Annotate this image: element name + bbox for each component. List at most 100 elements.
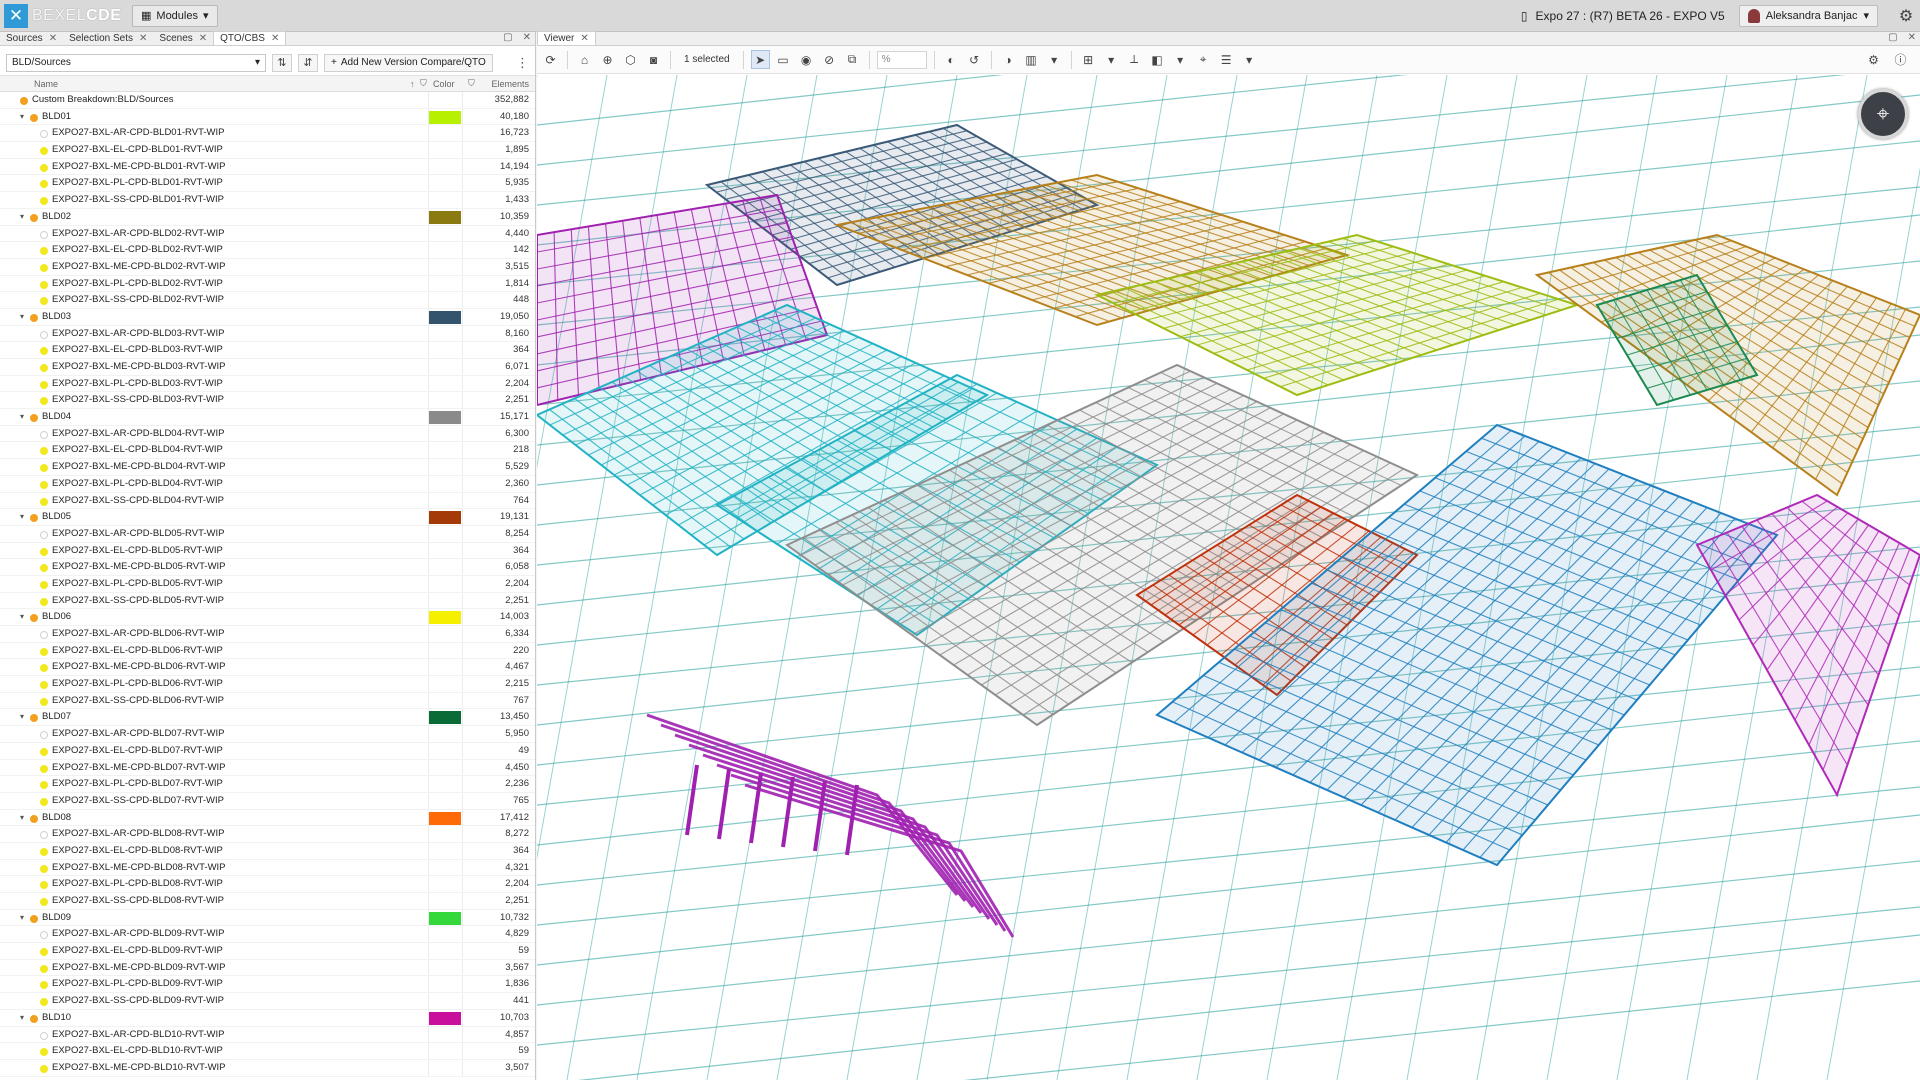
tree-group-row[interactable]: ▾ BLD09 10,732	[0, 910, 535, 927]
tree-leaf-row[interactable]: EXPO27-BXL-SS-CPD-BLD05-RVT-WIP 2,251	[0, 593, 535, 610]
zoom-icon[interactable]: ⊕	[598, 50, 617, 69]
tree-leaf-row[interactable]: EXPO27-BXL-ME-CPD-BLD08-RVT-WIP 4,321	[0, 860, 535, 877]
tree-leaf-row[interactable]: EXPO27-BXL-EL-CPD-BLD07-RVT-WIP 49	[0, 743, 535, 760]
sort-descending-icon[interactable]: ⇵	[298, 53, 318, 72]
color-swatch[interactable]	[429, 911, 461, 925]
refresh-icon[interactable]: ⟳	[541, 50, 560, 69]
chevron-down-icon[interactable]: ▾	[1240, 50, 1259, 69]
tree-leaf-row[interactable]: EXPO27-BXL-EL-CPD-BLD01-RVT-WIP 1,895	[0, 142, 535, 159]
tree-leaf-row[interactable]: EXPO27-BXL-SS-CPD-BLD01-RVT-WIP 1,433	[0, 192, 535, 209]
color-swatch[interactable]	[429, 110, 461, 124]
tree-leaf-row[interactable]: EXPO27-BXL-PL-CPD-BLD06-RVT-WIP 2,215	[0, 676, 535, 693]
hide-icon[interactable]: ⊘	[820, 50, 839, 69]
model-viewport[interactable]	[537, 75, 1920, 1080]
color-swatch[interactable]	[429, 811, 461, 825]
tree-leaf-row[interactable]: EXPO27-BXL-AR-CPD-BLD07-RVT-WIP 5,950	[0, 726, 535, 743]
add-version-compare-button[interactable]: + Add New Version Compare/QTO	[324, 53, 493, 72]
tree-leaf-row[interactable]: EXPO27-BXL-ME-CPD-BLD01-RVT-WIP 14,194	[0, 159, 535, 176]
tree-group-row[interactable]: ▾ BLD08 17,412	[0, 810, 535, 827]
more-options-icon[interactable]: ⋮	[516, 55, 529, 71]
3d-model-canvas[interactable]: ⌖	[537, 75, 1920, 1080]
tree-leaf-row[interactable]: EXPO27-BXL-ME-CPD-BLD09-RVT-WIP 3,567	[0, 960, 535, 977]
tree-group-row[interactable]: ▾ BLD06 14,003	[0, 609, 535, 626]
chevron-down-icon[interactable]: ▾	[1045, 50, 1064, 69]
viewer-settings-icon[interactable]: ⚙	[1864, 50, 1883, 69]
tree-leaf-row[interactable]: EXPO27-BXL-PL-CPD-BLD03-RVT-WIP 2,204	[0, 376, 535, 393]
tree-leaf-row[interactable]: EXPO27-BXL-PL-CPD-BLD01-RVT-WIP 5,935	[0, 175, 535, 193]
tree-group-row[interactable]: ▾ BLD04 15,171	[0, 409, 535, 426]
settings-sliders-icon[interactable]: ☰	[1217, 50, 1236, 69]
filter-icon[interactable]: ⛉	[468, 78, 475, 89]
tree-leaf-row[interactable]: EXPO27-BXL-EL-CPD-BLD02-RVT-WIP 142	[0, 242, 535, 259]
color-swatch[interactable]	[429, 611, 461, 625]
tree-leaf-row[interactable]: EXPO27-BXL-ME-CPD-BLD07-RVT-WIP 4,450	[0, 760, 535, 777]
sort-ascending-icon[interactable]: ⇅	[272, 53, 292, 72]
tree-group-row[interactable]: ▾ BLD01 40,180	[0, 109, 535, 126]
palette-icon[interactable]: ◐	[942, 50, 961, 69]
modules-button[interactable]: ▦ Modules ▾	[132, 4, 218, 27]
breakdown-select[interactable]: BLD/Sources ▾	[6, 53, 266, 72]
tree-leaf-row[interactable]: EXPO27-BXL-AR-CPD-BLD01-RVT-WIP 16,723	[0, 125, 535, 143]
isolate-icon[interactable]: ⧉	[843, 50, 862, 69]
tree-leaf-row[interactable]: EXPO27-BXL-PL-CPD-BLD04-RVT-WIP 2,360	[0, 476, 535, 493]
tree-leaf-row[interactable]: EXPO27-BXL-AR-CPD-BLD05-RVT-WIP 8,254	[0, 526, 535, 543]
app-logo[interactable]: ✕ BEXELCDE	[0, 0, 128, 32]
transparency-input[interactable]: %	[876, 50, 927, 69]
tree-leaf-row[interactable]: EXPO27-BXL-PL-CPD-BLD07-RVT-WIP 2,236	[0, 776, 535, 793]
close-icon[interactable]: ✕	[49, 33, 57, 44]
tree-leaf-row[interactable]: EXPO27-BXL-SS-CPD-BLD03-RVT-WIP 2,251	[0, 392, 535, 410]
tree-leaf-row[interactable]: EXPO27-BXL-EL-CPD-BLD05-RVT-WIP 364	[0, 543, 535, 560]
maximize-icon[interactable]: ▢	[1888, 32, 1897, 43]
chevron-down-icon[interactable]: ▾	[20, 209, 24, 226]
tree-leaf-row[interactable]: EXPO27-BXL-EL-CPD-BLD09-RVT-WIP 59	[0, 943, 535, 960]
user-menu-button[interactable]: Aleksandra Banjac ▾	[1738, 4, 1878, 27]
tab-selection-sets[interactable]: Selection Sets ✕	[63, 31, 153, 45]
color-swatch[interactable]	[429, 411, 461, 425]
tree-leaf-row[interactable]: EXPO27-BXL-PL-CPD-BLD02-RVT-WIP 1,814	[0, 276, 535, 293]
chevron-down-icon[interactable]: ▾	[20, 409, 24, 426]
tree-leaf-row[interactable]: EXPO27-BXL-EL-CPD-BLD04-RVT-WIP 218	[0, 442, 535, 460]
tree-leaf-row[interactable]: EXPO27-BXL-SS-CPD-BLD07-RVT-WIP 765	[0, 793, 535, 810]
column-name[interactable]: Name	[34, 79, 58, 89]
select-pointer-icon[interactable]: ➤	[750, 50, 770, 69]
tree-root-row[interactable]: ▾Custom Breakdown:BLD/Sources352,882	[0, 92, 535, 109]
tab-qto-cbs[interactable]: QTO/CBS ✕	[213, 31, 287, 45]
close-panel-icon[interactable]: ✕	[523, 32, 531, 43]
tab-sources[interactable]: Sources ✕	[0, 31, 63, 45]
info-icon[interactable]: ⓘ	[1891, 50, 1910, 69]
tab-scenes[interactable]: Scenes ✕	[153, 31, 213, 45]
box-select-icon[interactable]: ▭	[774, 50, 793, 69]
tree-group-row[interactable]: ▾ BLD07 13,450	[0, 709, 535, 727]
chevron-down-icon[interactable]: ▾	[20, 109, 24, 126]
chevron-down-icon[interactable]: ▾	[20, 1010, 24, 1027]
chevron-down-icon[interactable]: ▾	[1102, 50, 1121, 69]
tree-leaf-row[interactable]: EXPO27-BXL-ME-CPD-BLD05-RVT-WIP 6,058	[0, 559, 535, 576]
tree-leaf-row[interactable]: EXPO27-BXL-ME-CPD-BLD10-RVT-WIP 3,507	[0, 1060, 535, 1077]
tree-leaf-row[interactable]: EXPO27-BXL-AR-CPD-BLD04-RVT-WIP 6,300	[0, 426, 535, 443]
tree-leaf-row[interactable]: EXPO27-BXL-AR-CPD-BLD10-RVT-WIP 4,857	[0, 1027, 535, 1044]
tree-leaf-row[interactable]: EXPO27-BXL-ME-CPD-BLD04-RVT-WIP 5,529	[0, 459, 535, 476]
color-swatch[interactable]	[429, 1011, 461, 1025]
tree-leaf-row[interactable]: EXPO27-BXL-PL-CPD-BLD08-RVT-WIP 2,204	[0, 876, 535, 893]
tree-leaf-row[interactable]: EXPO27-BXL-ME-CPD-BLD06-RVT-WIP 4,467	[0, 659, 535, 677]
tree-leaf-row[interactable]: EXPO27-BXL-SS-CPD-BLD08-RVT-WIP 2,251	[0, 893, 535, 910]
chevron-down-icon[interactable]: ▾	[20, 509, 24, 526]
chevron-down-icon[interactable]: ▾	[20, 910, 24, 927]
chevron-down-icon[interactable]: ▾	[1171, 50, 1190, 69]
project-selector[interactable]: ▯ Expo 27 : (R7) BETA 26 - EXPO V5	[1521, 9, 1725, 23]
tree-leaf-row[interactable]: EXPO27-BXL-EL-CPD-BLD10-RVT-WIP 59	[0, 1043, 535, 1060]
tree-leaf-row[interactable]: EXPO27-BXL-PL-CPD-BLD05-RVT-WIP 2,204	[0, 576, 535, 593]
tree-leaf-row[interactable]: EXPO27-BXL-PL-CPD-BLD09-RVT-WIP 1,836	[0, 976, 535, 994]
gear-icon[interactable]: ⚙	[1892, 6, 1920, 26]
tree-leaf-row[interactable]: EXPO27-BXL-ME-CPD-BLD02-RVT-WIP 3,515	[0, 259, 535, 276]
clip-plane-icon[interactable]: ◧	[1148, 50, 1167, 69]
chevron-down-icon[interactable]: ▾	[20, 810, 24, 827]
chevron-down-icon[interactable]: ▾	[20, 309, 24, 326]
color-swatch[interactable]	[429, 511, 461, 525]
close-icon[interactable]: ✕	[580, 33, 588, 44]
column-elements[interactable]: Elements	[491, 79, 529, 89]
section-box-icon[interactable]: ▥	[1022, 50, 1041, 69]
close-icon[interactable]: ✕	[139, 33, 147, 44]
tree-leaf-row[interactable]: EXPO27-BXL-SS-CPD-BLD09-RVT-WIP 441	[0, 993, 535, 1010]
measure-icon[interactable]: ⟂	[1125, 50, 1144, 69]
